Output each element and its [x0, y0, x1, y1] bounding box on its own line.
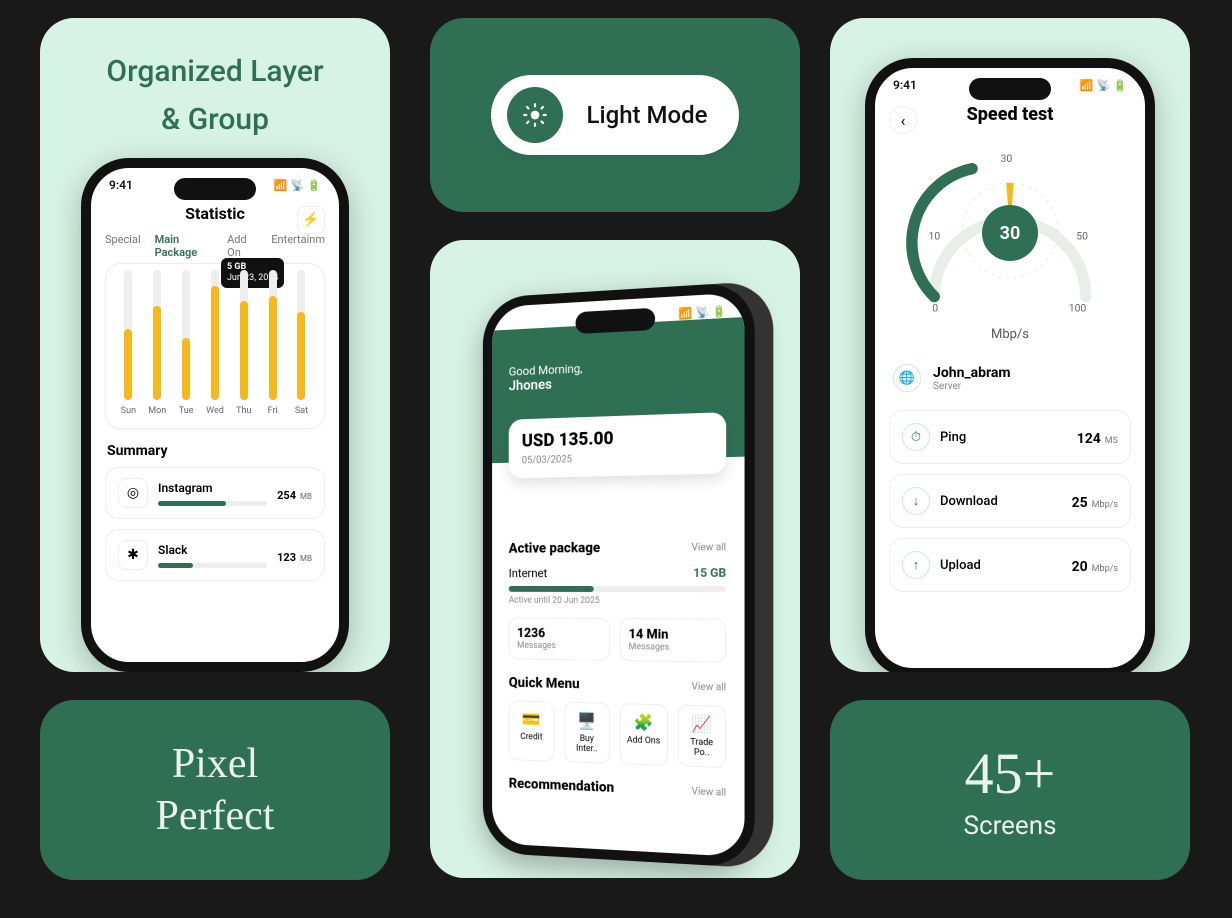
- server-row[interactable]: 🌐 John_abram Server: [889, 356, 1131, 400]
- server-label: Server: [933, 381, 1011, 392]
- instagram-icon: ◎: [118, 478, 148, 508]
- balance-value: USD 135.00: [522, 425, 712, 452]
- view-all-link[interactable]: View all: [691, 542, 726, 553]
- upload-icon: ↑: [902, 551, 930, 579]
- internet-progress: [509, 586, 726, 592]
- mini-messages-1[interactable]: 1236 Messages: [509, 617, 610, 661]
- metric-ping: ⏱Ping 124 MS: [889, 410, 1131, 464]
- card-organized: Organized Layer & Group 9:41 📶📡🔋 Statist…: [40, 18, 390, 672]
- status-icons: 📶📡🔋: [679, 304, 726, 320]
- phone-home: 9:41 📶📡🔋 Good Morning, Jhones USD 135.00…: [483, 281, 755, 868]
- usage-chart: Sun Mon Tue 5 GBJun 23, 2024 Wed Thu Fri…: [105, 263, 325, 429]
- quick-trade[interactable]: 📈Trade Po..: [677, 705, 726, 769]
- balance-card[interactable]: USD 135.00 05/03/2025: [509, 412, 726, 478]
- svg-text:100: 100: [1069, 302, 1087, 315]
- tab-main-package[interactable]: Main Package: [155, 233, 213, 259]
- internet-amount: 15 GB: [693, 566, 726, 580]
- balance-date: 05/03/2025: [522, 450, 712, 466]
- mini-messages-2[interactable]: 14 Min Messages: [620, 618, 726, 663]
- status-time: 9:41: [893, 78, 917, 92]
- pixel-line1: Pixel: [172, 741, 258, 787]
- active-package-title: Active package: [509, 540, 601, 556]
- active-until: Active until 20 Jun 2025: [509, 596, 726, 607]
- summary-row-slack[interactable]: ✱ Slack 123 MB: [105, 529, 325, 581]
- card-speedtest: 9:41 📶📡🔋 ‹ Speed test: [830, 18, 1190, 672]
- canvas: Organized Layer & Group 9:41 📶📡🔋 Statist…: [0, 0, 1232, 918]
- ping-icon: ⏱: [902, 423, 930, 451]
- status-time: 9:41: [109, 178, 133, 192]
- light-mode-label: Light Mode: [587, 101, 708, 129]
- gauge-unit: Mbp/s: [889, 327, 1131, 342]
- quick-addons[interactable]: 🧩Add Ons: [620, 703, 668, 766]
- phone-notch: [969, 78, 1051, 100]
- slack-icon: ✱: [118, 540, 148, 570]
- phone-notch: [576, 308, 656, 334]
- phone-notch: [174, 178, 256, 200]
- svg-text:10: 10: [929, 230, 941, 243]
- status-icons: 📶📡🔋: [1080, 79, 1127, 92]
- view-all-link[interactable]: View all: [691, 681, 726, 693]
- card-home-phone: 9:41 📶📡🔋 Good Morning, Jhones USD 135.00…: [430, 240, 800, 878]
- recommendation-title: Recommendation: [509, 776, 614, 796]
- summary-row-instagram[interactable]: ◎ Instagram 254 MB: [105, 467, 325, 519]
- svg-text:0: 0: [932, 302, 938, 315]
- card-pixel-perfect: Pixel Perfect: [40, 700, 390, 880]
- page-title: Statistic: [105, 204, 325, 223]
- quick-menu-title: Quick Menu: [509, 675, 580, 692]
- metric-download: ↓Download 25 Mbp/s: [889, 474, 1131, 528]
- server-name: John_abram: [933, 365, 1011, 381]
- speed-gauge: 0 10 30 50 100 30: [905, 145, 1115, 325]
- screens-count: 45+: [965, 740, 1056, 807]
- screens-label: Screens: [964, 811, 1057, 841]
- organized-title: Organized Layer & Group: [106, 48, 323, 144]
- light-mode-toggle[interactable]: Light Mode: [491, 75, 740, 155]
- internet-label: Internet: [509, 566, 548, 580]
- page-title: Speed test: [889, 104, 1131, 125]
- card-screens-count: 45+ Screens: [830, 700, 1190, 880]
- status-icons: 📶📡🔋: [274, 179, 321, 192]
- metric-upload: ↑Upload 20 Mbp/s: [889, 538, 1131, 592]
- pixel-line2: Perfect: [156, 793, 275, 839]
- tabs: Special Main Package Add On Entertainm: [105, 223, 325, 263]
- phone-statistic: 9:41 📶📡🔋 Statistic ⚡ Special Main Packag…: [81, 158, 349, 672]
- card-light-mode: Light Mode: [430, 18, 800, 212]
- quick-credit[interactable]: 💳Credit: [509, 700, 554, 761]
- quick-buy-internet[interactable]: 🖥️Buy Inter..: [564, 702, 611, 764]
- status-time: 9:41: [509, 315, 531, 330]
- tab-addon[interactable]: Add On: [227, 233, 257, 259]
- phone-speedtest: 9:41 📶📡🔋 ‹ Speed test: [865, 58, 1155, 672]
- tab-entertainment[interactable]: Entertainm: [271, 233, 325, 259]
- svg-text:30: 30: [1001, 152, 1013, 165]
- globe-icon: 🌐: [893, 364, 921, 392]
- back-button[interactable]: ‹: [889, 106, 917, 134]
- svg-text:50: 50: [1076, 230, 1088, 243]
- tab-special[interactable]: Special: [105, 233, 141, 259]
- bolt-button[interactable]: ⚡: [297, 206, 325, 234]
- view-all-link[interactable]: View all: [691, 786, 726, 799]
- sun-icon: [507, 87, 563, 143]
- gauge-value: 30: [982, 205, 1038, 261]
- download-icon: ↓: [902, 487, 930, 515]
- summary-title: Summary: [107, 443, 323, 459]
